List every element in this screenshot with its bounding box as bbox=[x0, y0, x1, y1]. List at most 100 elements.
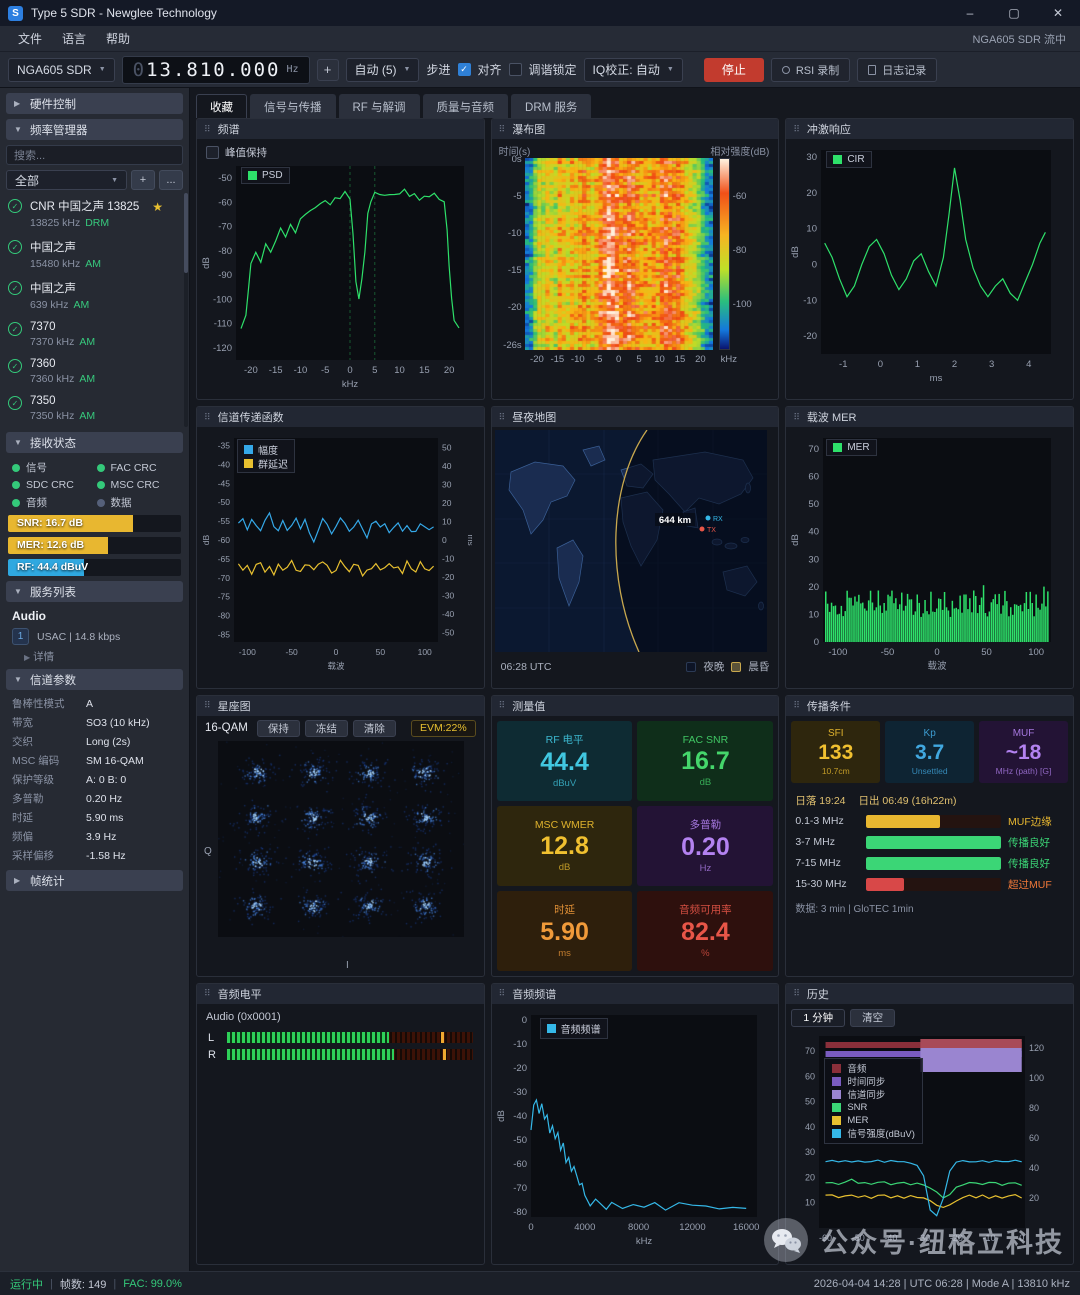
tab-信号与传播[interactable]: 信号与传播 bbox=[250, 94, 336, 118]
add-station-button[interactable]: + bbox=[131, 170, 155, 190]
drag-handle-icon[interactable]: ⠿ bbox=[793, 412, 800, 423]
step-select[interactable]: 自动 (5) ▼ bbox=[346, 58, 420, 82]
view-tabs: 收藏信号与传播RF 与解调质量与音频DRM 服务 bbox=[196, 94, 1074, 118]
section-frequency-manager[interactable]: ▼ 频率管理器 bbox=[6, 119, 183, 140]
status-dot-icon bbox=[97, 499, 105, 507]
legend-entry: 时间同步 bbox=[832, 1075, 915, 1088]
indicator-数据: 数据 bbox=[97, 495, 178, 510]
close-button[interactable]: ✕ bbox=[1036, 0, 1080, 26]
svg-text:-10: -10 bbox=[983, 1233, 996, 1243]
menu-item[interactable]: 帮助 bbox=[96, 30, 140, 47]
chevron-down-icon: ▼ bbox=[14, 675, 23, 684]
menu-item[interactable]: 文件 bbox=[8, 30, 52, 47]
svg-text:100: 100 bbox=[418, 647, 432, 657]
band-row: 0.1-3 MHzMUF边缘 bbox=[795, 814, 1064, 829]
drag-handle-icon[interactable]: ⠿ bbox=[499, 988, 506, 999]
panel-constellation: ⠿星座图 16-QAM 保持 冻结 清除 EVM:22% Q I bbox=[196, 695, 485, 977]
hold-button[interactable]: 保持 bbox=[257, 720, 300, 737]
indicator-音频: 音频 bbox=[12, 495, 93, 510]
station-item[interactable]: ✓73607360 kHzAM bbox=[0, 353, 189, 390]
tab-收藏[interactable]: 收藏 bbox=[196, 94, 247, 118]
minimize-button[interactable]: – bbox=[948, 0, 992, 26]
svg-text:30: 30 bbox=[809, 555, 820, 566]
svg-text:30: 30 bbox=[805, 1147, 815, 1157]
mer-legend: MER bbox=[826, 439, 876, 456]
drag-handle-icon[interactable]: ⠿ bbox=[499, 412, 506, 423]
service-details-label: 详情 bbox=[33, 651, 54, 663]
svg-text:-40: -40 bbox=[218, 460, 231, 470]
indicator-SDC CRC: SDC CRC bbox=[12, 479, 93, 491]
frequency-display[interactable]: 0 13.810.000 Hz bbox=[122, 56, 310, 84]
drag-handle-icon[interactable]: ⠿ bbox=[204, 988, 211, 999]
signal-meter: SNR: 16.7 dB bbox=[8, 515, 181, 532]
night-shade bbox=[615, 430, 766, 652]
service-row[interactable]: 1 USAC | 14.8 kbps bbox=[12, 628, 177, 645]
clear-button[interactable]: 清除 bbox=[353, 720, 396, 737]
one-minute-button[interactable]: 1 分钟 bbox=[791, 1009, 845, 1027]
rsi-record-button[interactable]: RSI 录制 bbox=[771, 58, 850, 82]
frequency-plus-button[interactable]: + bbox=[317, 59, 339, 81]
section-hardware-control[interactable]: ▶ 硬件控制 bbox=[6, 93, 183, 114]
status-dot-icon bbox=[97, 481, 105, 489]
svg-text:70: 70 bbox=[805, 1046, 815, 1056]
audio-spectrum-legend: 音频频谱 bbox=[540, 1018, 608, 1039]
iq-correction-select[interactable]: IQ校正: 自动 ▼ bbox=[584, 58, 683, 82]
device-select[interactable]: NGA605 SDR ▼ bbox=[8, 58, 115, 82]
station-name: 中国之声 bbox=[30, 239, 101, 255]
station-item[interactable]: ✓73707370 kHzAM bbox=[0, 316, 189, 353]
chevron-down-icon: ▼ bbox=[14, 125, 23, 134]
filter-select[interactable]: 全部 ▼ bbox=[6, 170, 127, 190]
tab-质量与音频[interactable]: 质量与音频 bbox=[423, 94, 509, 118]
signal-meter: MER: 12.6 dB bbox=[8, 537, 181, 554]
svg-text:-50: -50 bbox=[852, 1233, 865, 1243]
svg-text:40: 40 bbox=[809, 527, 820, 538]
drag-handle-icon[interactable]: ⠿ bbox=[204, 700, 211, 711]
colorbar-tick: -60 bbox=[733, 191, 747, 202]
tune-lock-checkbox[interactable] bbox=[509, 63, 522, 76]
section-frame-stats[interactable]: ▶ 帧统计 bbox=[6, 870, 183, 891]
drag-handle-icon[interactable]: ⠿ bbox=[499, 124, 506, 135]
align-checkbox[interactable]: ✓ bbox=[458, 63, 471, 76]
svg-text:-1: -1 bbox=[839, 359, 847, 370]
maximize-button[interactable]: ▢ bbox=[992, 0, 1036, 26]
svg-text:-80: -80 bbox=[218, 611, 231, 621]
drag-handle-icon[interactable]: ⠿ bbox=[793, 988, 800, 999]
svg-text:kHz: kHz bbox=[635, 1236, 652, 1247]
station-item[interactable]: ✓中国之声15480 kHzAM bbox=[0, 234, 189, 275]
section-channel-params[interactable]: ▼ 信道参数 bbox=[6, 669, 183, 690]
drag-handle-icon[interactable]: ⠿ bbox=[793, 124, 800, 135]
section-label: 服务列表 bbox=[30, 584, 76, 600]
svg-text:0: 0 bbox=[812, 260, 817, 271]
menu-item[interactable]: 语言 bbox=[52, 30, 96, 47]
drag-handle-icon[interactable]: ⠿ bbox=[204, 412, 211, 423]
svg-text:1: 1 bbox=[915, 359, 920, 370]
drag-handle-icon[interactable]: ⠿ bbox=[204, 124, 211, 135]
clear-history-button[interactable]: 清空 bbox=[850, 1009, 895, 1027]
freq-tick: 0 bbox=[616, 354, 621, 365]
station-subtitle: 15480 kHzAM bbox=[30, 258, 101, 270]
svg-text:60: 60 bbox=[809, 472, 820, 483]
station-item[interactable]: ✓中国之声639 kHzAM bbox=[0, 275, 189, 316]
station-name: 中国之声 bbox=[30, 280, 89, 296]
more-options-button[interactable]: ... bbox=[159, 170, 183, 190]
search-input[interactable]: 搜索... bbox=[6, 145, 183, 165]
station-item[interactable]: ✓73507350 kHzAM bbox=[0, 390, 189, 427]
panel-title: 传播条件 bbox=[807, 698, 851, 714]
star-icon[interactable]: ★ bbox=[152, 200, 163, 214]
drag-handle-icon[interactable]: ⠿ bbox=[499, 700, 506, 711]
logging-button[interactable]: 日志记录 bbox=[857, 58, 937, 82]
time-tick: 0s bbox=[495, 154, 522, 165]
freeze-button[interactable]: 冻结 bbox=[305, 720, 348, 737]
peak-hold-checkbox[interactable] bbox=[206, 146, 219, 159]
datetime-status: 2026-04-04 14:28 | UTC 06:28 | Mode A | … bbox=[814, 1278, 1070, 1290]
service-details[interactable]: ▶ 详情 bbox=[24, 649, 177, 664]
drag-handle-icon[interactable]: ⠿ bbox=[793, 700, 800, 711]
section-receive-status[interactable]: ▼ 接收状态 bbox=[6, 432, 183, 453]
channel-param-list: 鲁棒性模式A带宽SO3 (10 kHz)交织Long (2s)MSC 编码SM … bbox=[0, 694, 189, 865]
tab-DRM 服务[interactable]: DRM 服务 bbox=[511, 94, 591, 118]
tab-RF 与解调[interactable]: RF 与解调 bbox=[339, 94, 420, 118]
station-item[interactable]: ✓CNR 中国之声 1382513825 kHzDRM★ bbox=[0, 193, 189, 234]
section-service-list[interactable]: ▼ 服务列表 bbox=[6, 581, 183, 602]
indicator-FAC CRC: FAC CRC bbox=[97, 460, 178, 475]
stop-button[interactable]: 停止 bbox=[704, 58, 764, 82]
